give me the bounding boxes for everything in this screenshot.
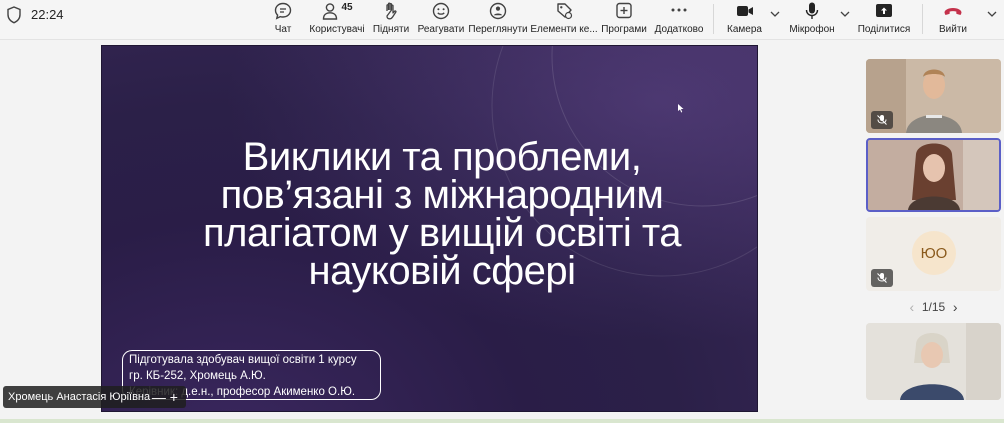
view-icon [488,0,508,22]
meeting-toolbar: 22:24 Чат 45 Користувачі Підняти Реагува… [0,0,1004,40]
toolbar-divider-2 [922,4,923,34]
presenter-name-tag: Хромець Анастасія Юріївна — + [3,386,186,408]
raise-hand-label: Підняти [372,24,410,35]
mouse-cursor-icon [678,104,684,113]
author-line: гр. КБ-252, Хромець А.Ю. [129,370,266,382]
leave-label: Вийти [938,24,967,35]
chat-icon [273,0,293,22]
microphone-icon [803,0,821,22]
meeting-timer: 22:24 [31,7,64,22]
hang-up-icon [942,0,964,22]
muted-mic-icon [871,269,893,287]
apps-label: Програми [601,24,647,35]
participant-video [866,323,1001,400]
view-label: Переглянути [468,24,528,35]
participants-pager: ‹ 1/15 › [866,297,1001,317]
zoom-controls[interactable]: — + [152,386,178,408]
raise-hand-button[interactable]: Підняти [372,0,410,40]
participant-avatar-tile[interactable]: ЮО [866,217,1001,291]
apps-button[interactable]: Програми [601,0,647,40]
chat-button[interactable]: Чат [272,0,294,40]
leave-button[interactable]: Вийти [936,0,970,40]
page-indicator: 1/15 [921,300,946,314]
participant-video-tile[interactable] [866,323,1001,400]
slide-title-line: плагіатом у вищій освіті та [202,211,682,255]
people-button[interactable]: 45 Користувачі [309,0,365,40]
participant-video [868,140,999,210]
people-label: Користувачі [309,24,365,35]
participant-avatar: ЮО [912,231,956,275]
more-label: Додатково [654,24,704,35]
bottom-strip [0,419,1004,423]
people-icon [323,3,338,20]
react-button[interactable]: Реагувати [418,0,464,40]
leave-options-chevron-icon[interactable] [986,8,998,20]
microphone-options-chevron-icon[interactable] [839,8,851,20]
microphone-label: Мікрофон [789,24,835,35]
tag-icon [555,0,573,22]
muted-mic-icon [871,111,893,129]
participant-video-tile-active[interactable] [866,138,1001,212]
smiley-icon [431,0,451,22]
slide-title: Виклики та проблеми, пов’язані з міжнаро… [142,135,742,293]
previous-page-chevron-icon[interactable]: ‹ [902,299,922,315]
microphone-button[interactable]: Мікрофон [788,0,836,40]
share-label: Поділитися [857,24,911,35]
security-shield-icon[interactable] [6,6,22,24]
camera-button[interactable]: Камера [727,0,762,40]
react-label: Реагувати [417,24,465,35]
meeting-elements-label: Елементи ке... [530,24,598,35]
meeting-elements-button[interactable]: Елементи ке... [530,0,598,40]
more-dots-icon [669,0,689,22]
participant-video-tile[interactable] [866,59,1001,133]
share-button[interactable]: Поділитися [858,0,910,40]
share-screen-icon [874,0,894,22]
toolbar-divider [713,4,714,34]
add-app-icon [615,0,633,22]
author-line: Підготувала здобувач вищої освіти 1 курс… [129,354,357,366]
presenter-name: Хромець Анастасія Юріївна [8,391,151,403]
camera-options-chevron-icon[interactable] [769,8,781,20]
slide-title-line: Виклики та проблеми, [242,135,642,179]
view-button[interactable]: Переглянути [468,0,528,40]
camera-icon [735,0,755,22]
slide-title-line: науковій сфері [308,249,576,293]
camera-label: Камера [727,24,762,35]
more-button[interactable]: Додатково [655,0,703,40]
slide-title-line: пов’язані з міжнародним [220,173,664,217]
presentation-slide: Виклики та проблеми, пов’язані з міжнаро… [101,45,758,412]
next-page-chevron-icon[interactable]: › [945,299,965,315]
chat-label: Чат [274,24,292,35]
people-icon-wrap: 45 [321,0,353,22]
hand-icon [382,0,400,22]
people-count-badge: 45 [341,2,353,13]
